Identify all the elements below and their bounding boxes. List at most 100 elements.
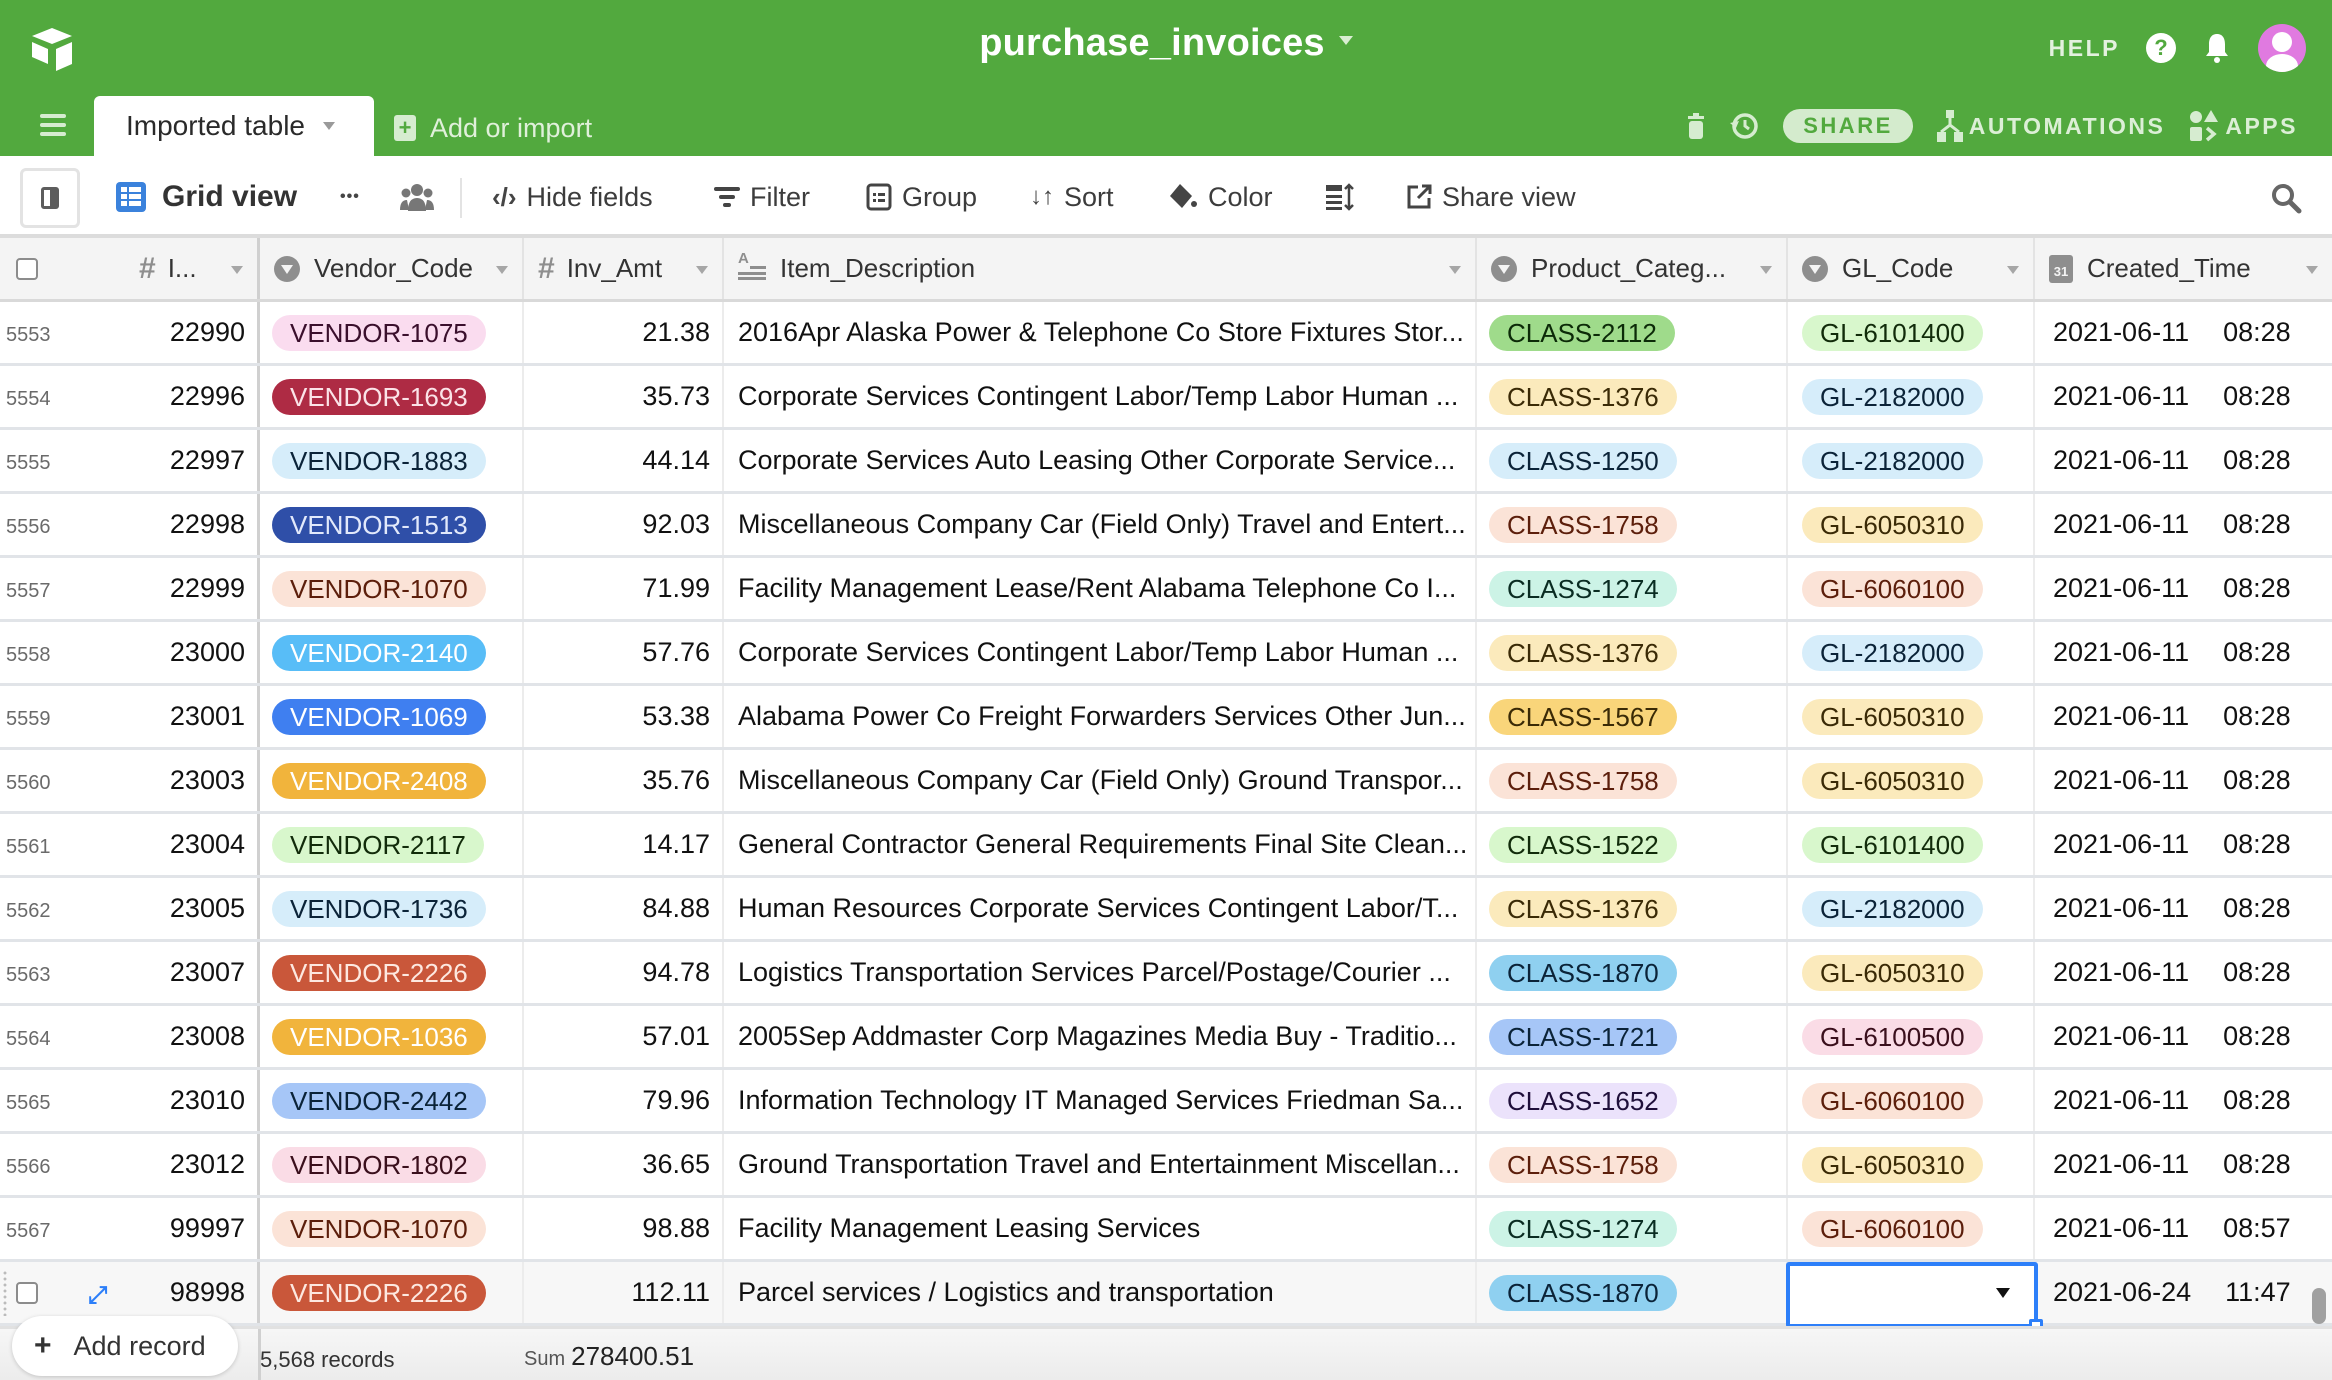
chevron-down-icon[interactable] [2007,266,2019,274]
cell-item-description[interactable]: Information Technology IT Managed Servic… [724,1070,1477,1131]
table-row[interactable]: 5561 23004 VENDOR-2117 14.17 General Con… [0,814,2332,878]
cell-inv-amt[interactable]: 14.17 [524,814,724,875]
cell-vendor-code[interactable]: VENDOR-1883 [260,430,524,491]
dropdown-caret-icon[interactable] [1996,1288,2010,1298]
column-header-created-time[interactable]: 31 Created_Time [2035,238,2332,299]
cell-item-description[interactable]: Facility Management Lease/Rent Alabama T… [724,558,1477,619]
share-button[interactable]: SHARE [1783,109,1913,143]
cell-product-category[interactable]: CLASS-1522 [1477,814,1788,875]
cell-id[interactable]: 23005 [131,878,260,939]
cell-product-category[interactable]: CLASS-1721 [1477,1006,1788,1067]
user-avatar[interactable] [2258,24,2306,72]
cell-id[interactable]: 23010 [131,1070,260,1131]
chevron-down-icon[interactable] [2306,266,2318,274]
column-header-vendor-code[interactable]: Vendor_Code [260,238,524,299]
cell-item-description[interactable]: Logistics Transportation Services Parcel… [724,942,1477,1003]
table-row[interactable]: 5563 23007 VENDOR-2226 94.78 Logistics T… [0,942,2332,1006]
cell-item-description[interactable]: 2005Sep Addmaster Corp Magazines Media B… [724,1006,1477,1067]
cell-id[interactable]: 23004 [131,814,260,875]
share-view-button[interactable]: Share view [1406,156,1576,238]
cell-gl-code[interactable]: GL-2182000 [1788,366,2035,427]
select-all-checkbox[interactable] [16,258,38,280]
table-row[interactable]: 5566 23012 VENDOR-1802 36.65 Ground Tran… [0,1134,2332,1198]
cell-inv-amt[interactable]: 84.88 [524,878,724,939]
cell-product-category[interactable]: CLASS-1250 [1477,430,1788,491]
history-icon[interactable] [1729,111,1759,141]
column-header-inv-amt[interactable]: # Inv_Amt [524,238,724,299]
cell-product-category[interactable]: CLASS-1274 [1477,558,1788,619]
table-row[interactable]: 5553 22990 VENDOR-1075 21.38 2016Apr Ala… [0,302,2332,366]
collaborators-button[interactable] [400,156,434,238]
color-button[interactable]: Color [1168,156,1273,238]
cell-vendor-code[interactable]: VENDOR-1070 [260,558,524,619]
cell-inv-amt[interactable]: 44.14 [524,430,724,491]
cell-vendor-code[interactable]: VENDOR-2140 [260,622,524,683]
cell-product-category[interactable]: CLASS-1376 [1477,622,1788,683]
cell-gl-code[interactable]: GL-6050310 [1788,494,2035,555]
apps-button[interactable]: APPS [2189,110,2298,142]
cell-id[interactable]: 22990 [131,302,260,363]
cell-inv-amt[interactable]: 112.11 [524,1262,724,1323]
column-header-gl-code[interactable]: GL_Code [1788,238,2035,299]
cell-vendor-code[interactable]: VENDOR-1802 [260,1134,524,1195]
cell-vendor-code[interactable]: VENDOR-2442 [260,1070,524,1131]
table-row[interactable]: 5565 23010 VENDOR-2442 79.96 Information… [0,1070,2332,1134]
column-header-id[interactable]: # I... [131,238,260,299]
table-row[interactable]: 5562 23005 VENDOR-1736 84.88 Human Resou… [0,878,2332,942]
add-or-import-button[interactable]: + Add or import [394,108,592,148]
cell-gl-code[interactable]: GL-6050310 [1788,1134,2035,1195]
cell-gl-code[interactable]: GL-2182000 [1788,878,2035,939]
cell-item-description[interactable]: Corporate Services Auto Leasing Other Co… [724,430,1477,491]
cell-gl-code[interactable]: GL-6100500 [1788,1006,2035,1067]
cell-id[interactable]: 22999 [131,558,260,619]
cell-item-description[interactable]: Facility Management Leasing Services [724,1198,1477,1259]
chevron-down-icon[interactable] [231,266,243,274]
cell-inv-amt[interactable]: 79.96 [524,1070,724,1131]
cell-inv-amt[interactable]: 71.99 [524,558,724,619]
cell-product-category[interactable]: CLASS-1758 [1477,1134,1788,1195]
drag-handle-icon[interactable] [2,1270,8,1316]
cell-vendor-code[interactable]: VENDOR-2408 [260,750,524,811]
help-link[interactable]: HELP [2049,35,2120,62]
cell-gl-code[interactable]: GL-6050310 [1788,686,2035,747]
cell-inv-amt[interactable]: 53.38 [524,686,724,747]
cell-id[interactable]: 98998 [131,1262,260,1323]
cell-inv-amt[interactable]: 35.76 [524,750,724,811]
cell-vendor-code[interactable]: VENDOR-2226 [260,1262,524,1323]
cell-gl-code[interactable]: GL-6050310 [1788,942,2035,1003]
cell-vendor-code[interactable]: VENDOR-1513 [260,494,524,555]
cell-inv-amt[interactable]: 57.01 [524,1006,724,1067]
cell-id[interactable]: 23007 [131,942,260,1003]
table-row[interactable]: 5556 22998 VENDOR-1513 92.03 Miscellaneo… [0,494,2332,558]
group-button[interactable]: Group [866,156,977,238]
cell-item-description[interactable]: Ground Transportation Travel and Enterta… [724,1134,1477,1195]
chevron-down-icon[interactable] [1449,266,1461,274]
cell-inv-amt[interactable]: 36.65 [524,1134,724,1195]
base-title[interactable]: purchase_invoices [0,22,2332,65]
sort-button[interactable]: ↓↑ Sort [1030,156,1114,238]
row-height-button[interactable] [1326,156,1354,238]
cell-inv-amt[interactable]: 92.03 [524,494,724,555]
hide-fields-button[interactable]: ‹/› Hide fields [492,156,653,238]
cell-vendor-code[interactable]: VENDOR-1075 [260,302,524,363]
cell-gl-code[interactable]: GL-6060100 [1788,1070,2035,1131]
cell-inv-amt[interactable]: 94.78 [524,942,724,1003]
table-row[interactable]: 5564 23008 VENDOR-1036 57.01 2005Sep Add… [0,1006,2332,1070]
cell-item-description[interactable]: Corporate Services Contingent Labor/Temp… [724,366,1477,427]
cell-product-category[interactable]: CLASS-1567 [1477,686,1788,747]
cell-gl-code[interactable]: GL-2182000 [1788,622,2035,683]
cell-gl-code[interactable]: GL-6101400 [1788,814,2035,875]
cell-product-category[interactable]: CLASS-1274 [1477,1198,1788,1259]
cell-product-category[interactable]: CLASS-1652 [1477,1070,1788,1131]
cell-id[interactable]: 23012 [131,1134,260,1195]
cell-item-description[interactable]: Miscellaneous Company Car (Field Only) G… [724,750,1477,811]
cell-id[interactable]: 22997 [131,430,260,491]
cell-item-description[interactable]: 2016Apr Alaska Power & Telephone Co Stor… [724,302,1477,363]
cell-item-description[interactable]: Parcel services / Logistics and transpor… [724,1262,1477,1323]
column-header-product-category[interactable]: Product_Categ... [1477,238,1788,299]
cell-item-description[interactable]: Alabama Power Co Freight Forwarders Serv… [724,686,1477,747]
cell-product-category[interactable]: CLASS-1376 [1477,366,1788,427]
notification-bell-icon[interactable] [2202,31,2232,65]
cell-inv-amt[interactable]: 21.38 [524,302,724,363]
cell-id[interactable]: 22998 [131,494,260,555]
